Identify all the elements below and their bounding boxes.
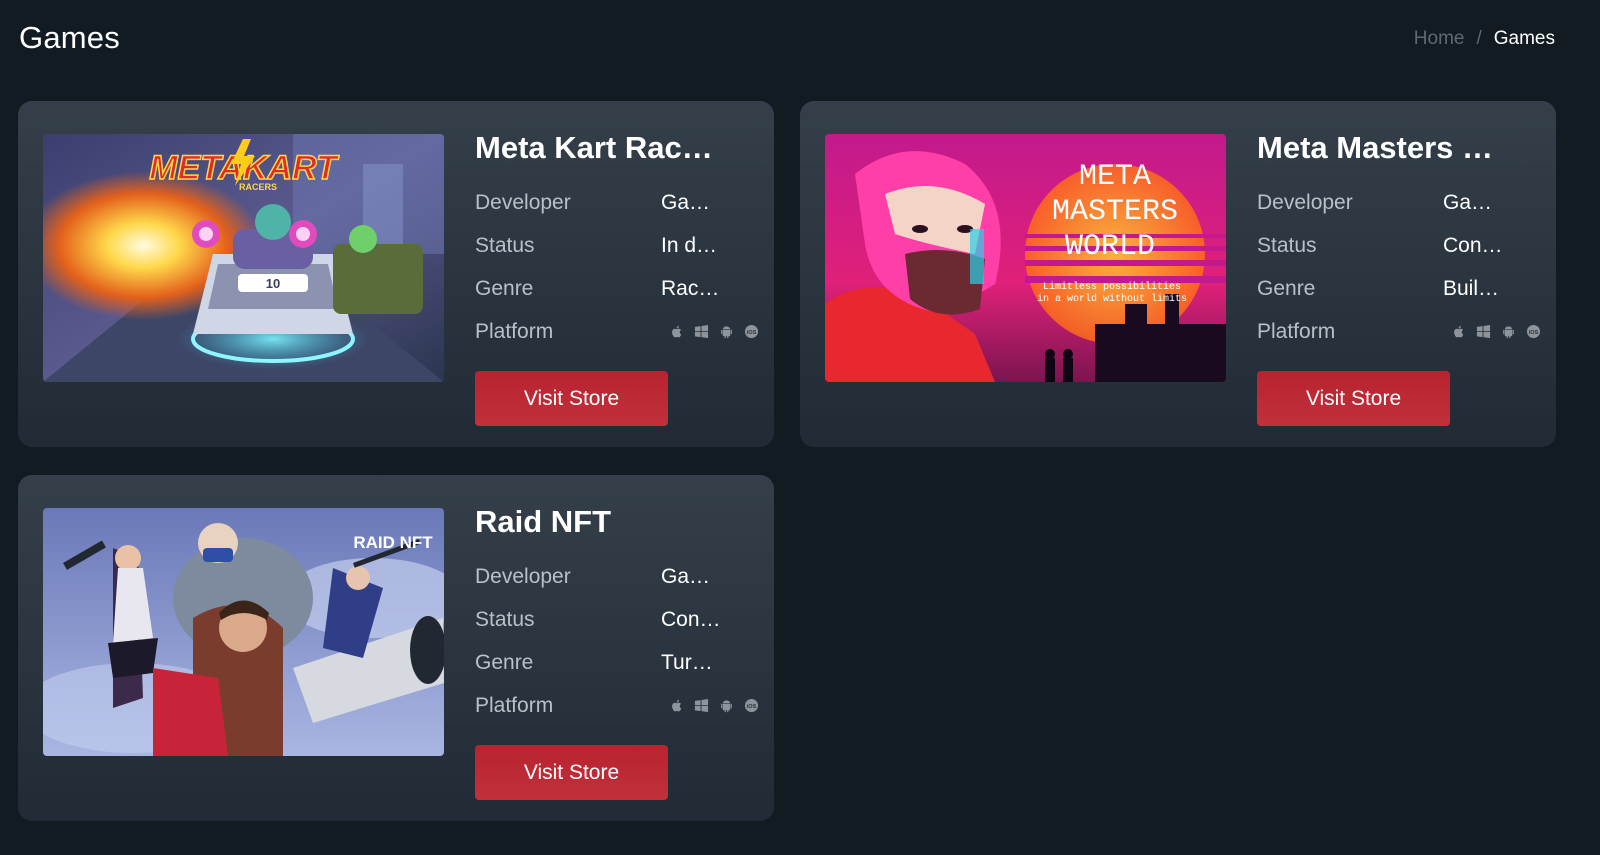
genre-value: Tur… bbox=[661, 650, 713, 674]
apple-icon bbox=[672, 699, 682, 712]
status-value: Con… bbox=[1443, 233, 1503, 257]
meta-masters-tagline-line: Limitless possibilities bbox=[1043, 281, 1181, 293]
visit-store-button[interactable]: Visit Store bbox=[1257, 371, 1450, 426]
meta-masters-logo-line: WORLD bbox=[1065, 230, 1155, 264]
game-thumbnail-meta-kart[interactable]: 10 METAKART RACERS bbox=[43, 134, 444, 382]
platform-row: Platform iOS bbox=[475, 310, 760, 353]
android-icon bbox=[1503, 326, 1514, 339]
game-card-meta-kart: 10 METAKART RACERS Meta Kart Rac… Develo… bbox=[18, 101, 774, 447]
game-card-meta-masters: META MASTERS WORLD Limitless possibiliti… bbox=[800, 101, 1556, 447]
svg-text:iOS: iOS bbox=[747, 704, 757, 710]
platform-label: Platform bbox=[1257, 319, 1336, 343]
status-row: Status In d… bbox=[475, 224, 760, 267]
genre-row: Genre Rac… bbox=[475, 267, 760, 310]
game-card-raid-nft: RAID NFT Raid NFT Developer Ga… Status C… bbox=[18, 475, 774, 821]
svg-text:10: 10 bbox=[266, 276, 280, 291]
genre-row: Genre Tur… bbox=[475, 641, 760, 684]
game-info-meta-masters: Meta Masters … Developer Ga… Status Con…… bbox=[1257, 129, 1542, 426]
meta-kart-artwork: 10 METAKART RACERS bbox=[43, 134, 444, 382]
svg-text:iOS: iOS bbox=[1529, 330, 1539, 336]
platform-row: Platform iOS bbox=[1257, 310, 1542, 353]
breadcrumb-separator: / bbox=[1476, 28, 1482, 49]
raid-nft-logo-text: RAID NFT bbox=[353, 533, 433, 552]
developer-row: Developer Ga… bbox=[1257, 181, 1542, 224]
ios-icon: iOS bbox=[1526, 324, 1541, 339]
genre-row: Genre Buil… bbox=[1257, 267, 1542, 310]
meta-masters-artwork: META MASTERS WORLD Limitless possibiliti… bbox=[825, 134, 1226, 382]
status-label: Status bbox=[475, 233, 535, 257]
visit-store-button[interactable]: Visit Store bbox=[475, 371, 668, 426]
status-value: Con… bbox=[661, 607, 721, 631]
meta-masters-tagline-line: in a world without limits bbox=[1037, 293, 1187, 305]
status-value: In d… bbox=[661, 233, 718, 257]
developer-label: Developer bbox=[475, 190, 571, 214]
game-info-meta-kart: Meta Kart Rac… Developer Ga… Status In d… bbox=[475, 129, 760, 426]
game-thumbnail-raid-nft[interactable]: RAID NFT bbox=[43, 508, 444, 756]
raid-nft-artwork: RAID NFT bbox=[43, 508, 444, 756]
windows-icon bbox=[1476, 324, 1491, 339]
game-title[interactable]: Meta Masters … bbox=[1257, 129, 1512, 167]
status-label: Status bbox=[1257, 233, 1317, 257]
platform-label: Platform bbox=[475, 319, 554, 343]
ios-icon: iOS bbox=[744, 324, 759, 339]
developer-value: Ga… bbox=[1443, 190, 1493, 214]
developer-value: Ga… bbox=[661, 190, 711, 214]
android-icon bbox=[721, 700, 732, 713]
meta-masters-logo-line: META bbox=[1079, 160, 1151, 194]
developer-value: Ga… bbox=[661, 564, 711, 588]
game-title[interactable]: Meta Kart Rac… bbox=[475, 129, 730, 167]
platform-icons: iOS bbox=[669, 324, 759, 339]
breadcrumb-home-link[interactable]: Home bbox=[1414, 28, 1465, 50]
status-row: Status Con… bbox=[475, 598, 760, 641]
breadcrumb-current: Games bbox=[1493, 28, 1555, 49]
meta-masters-logo-line: MASTERS bbox=[1052, 195, 1178, 229]
developer-label: Developer bbox=[475, 564, 571, 588]
game-title[interactable]: Raid NFT bbox=[475, 503, 730, 541]
windows-icon bbox=[694, 324, 709, 339]
apple-icon bbox=[672, 325, 682, 338]
developer-row: Developer Ga… bbox=[475, 181, 760, 224]
platform-icons: iOS bbox=[669, 698, 759, 713]
genre-label: Genre bbox=[475, 276, 534, 300]
game-info-raid-nft: Raid NFT Developer Ga… Status Con… Genre… bbox=[475, 503, 760, 800]
platform-row: Platform iOS bbox=[475, 684, 760, 727]
page-title: Games bbox=[19, 20, 120, 55]
ios-icon: iOS bbox=[744, 698, 759, 713]
status-row: Status Con… bbox=[1257, 224, 1542, 267]
genre-label: Genre bbox=[475, 650, 534, 674]
genre-value: Rac… bbox=[661, 276, 720, 300]
windows-icon bbox=[694, 698, 709, 713]
game-thumbnail-meta-masters[interactable]: META MASTERS WORLD Limitless possibiliti… bbox=[825, 134, 1226, 382]
apple-icon bbox=[1454, 325, 1464, 338]
android-icon bbox=[721, 326, 732, 339]
svg-text:iOS: iOS bbox=[747, 330, 757, 336]
genre-label: Genre bbox=[1257, 276, 1316, 300]
meta-kart-logo-subtext: RACERS bbox=[239, 182, 277, 192]
visit-store-button[interactable]: Visit Store bbox=[475, 745, 668, 800]
breadcrumb: Home / Games bbox=[1414, 28, 1555, 50]
developer-row: Developer Ga… bbox=[475, 555, 760, 598]
platform-label: Platform bbox=[475, 693, 554, 717]
status-label: Status bbox=[475, 607, 535, 631]
genre-value: Buil… bbox=[1443, 276, 1500, 300]
developer-label: Developer bbox=[1257, 190, 1353, 214]
platform-icons: iOS bbox=[1451, 324, 1541, 339]
